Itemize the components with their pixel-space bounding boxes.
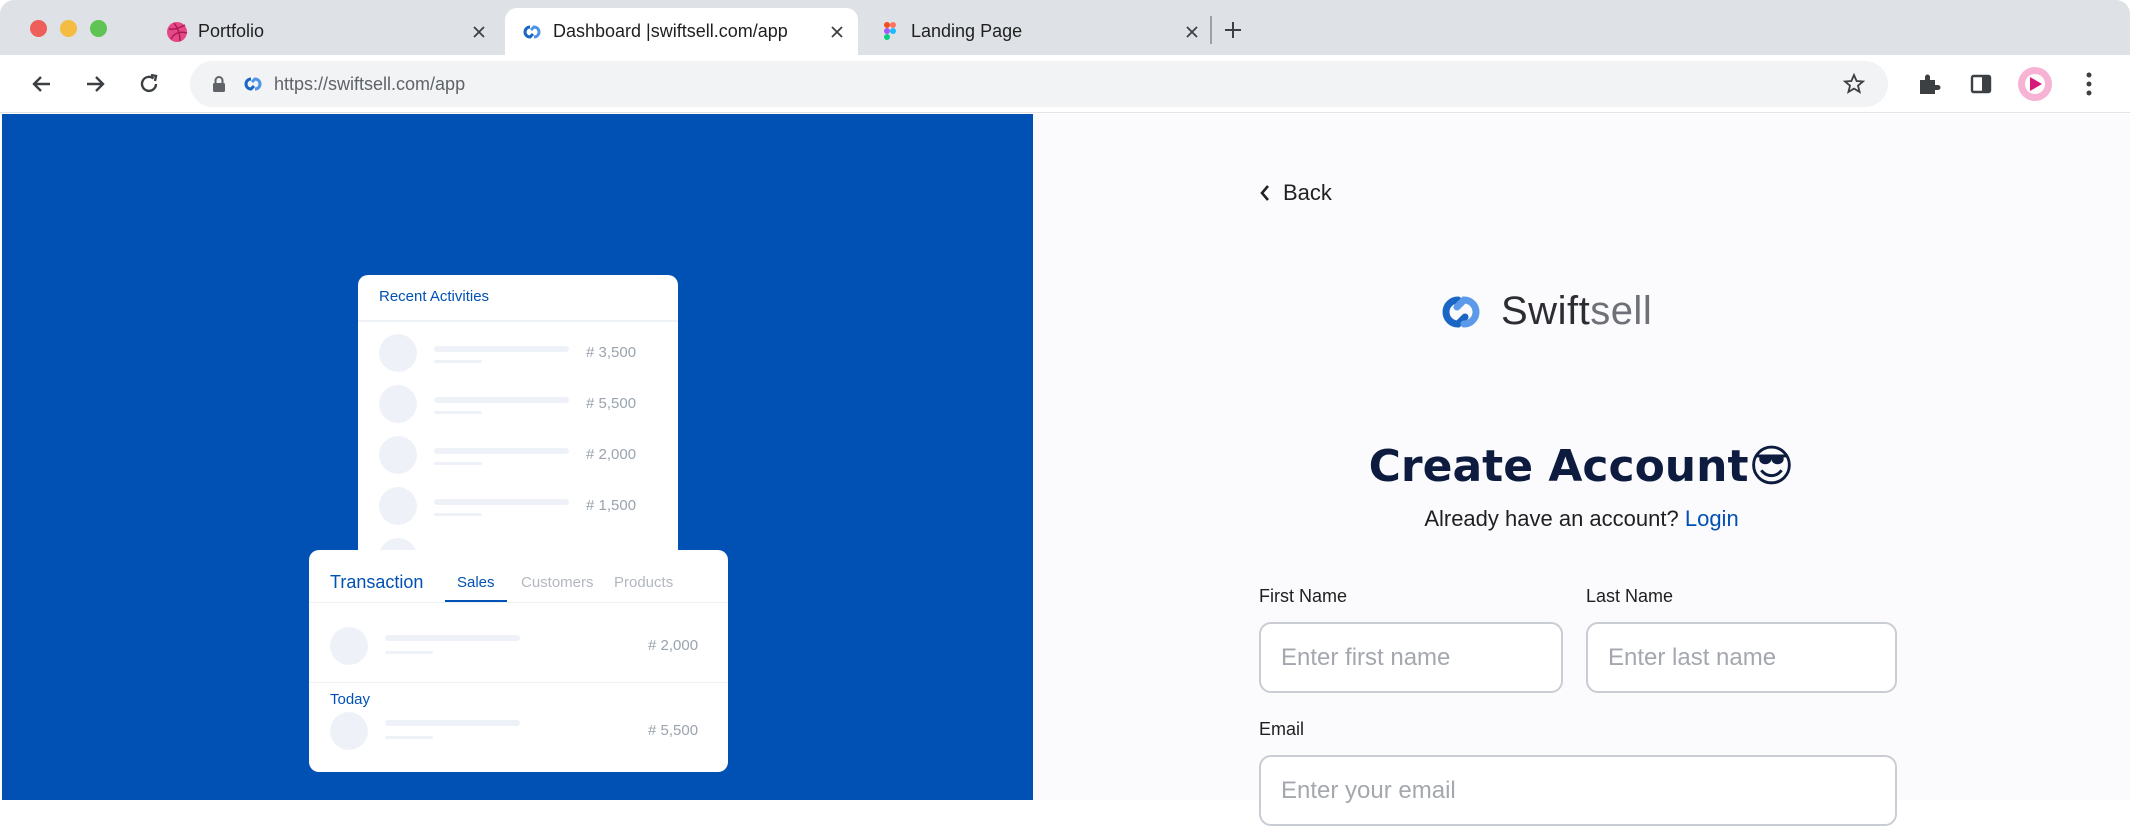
profile-avatar[interactable]	[2018, 67, 2052, 101]
figma-icon	[879, 21, 901, 43]
new-tab-button[interactable]	[1216, 13, 1250, 47]
window-maximize-button[interactable]	[90, 20, 107, 37]
swiftsell-logo-icon	[1433, 291, 1489, 333]
illustration-panel: Recent Activities # 3,500 # 5,500 # 2,00…	[2, 114, 1033, 800]
tab-separator	[1210, 16, 1212, 44]
side-panel-icon[interactable]	[1964, 67, 1998, 101]
text-placeholder	[434, 462, 482, 465]
text-placeholder	[385, 736, 433, 739]
close-icon[interactable]	[1181, 21, 1203, 43]
avatar-placeholder	[330, 712, 368, 750]
chevron-left-icon	[1259, 184, 1271, 202]
recent-activities-title: Recent Activities	[379, 288, 490, 305]
email-label: Email	[1259, 719, 1305, 739]
text-placeholder	[385, 635, 520, 641]
text-placeholder	[434, 499, 569, 505]
list-item: # 1,500	[358, 486, 678, 526]
address-bar[interactable]: https://swiftsell.com/app	[190, 61, 1888, 107]
transaction-amount: # 5,500	[648, 722, 699, 739]
page-title: Create Account😎	[1368, 441, 1795, 492]
back-link[interactable]: Back	[1259, 180, 1332, 206]
tab-label: Portfolio	[198, 21, 265, 41]
activity-amount: # 5,500	[586, 395, 637, 412]
reload-icon	[140, 73, 158, 93]
back-button[interactable]	[25, 67, 59, 101]
list-item: # 5,500	[358, 384, 678, 424]
tab-label: Dashboard |swiftsell.com/app	[553, 21, 788, 41]
card-divider	[358, 320, 678, 322]
last-name-placeholder: Enter last name	[1608, 643, 1777, 671]
recent-activities-card: Recent Activities # 3,500 # 5,500 # 2,00…	[358, 275, 678, 565]
lock-icon[interactable]	[212, 75, 226, 98]
signup-panel: Back Swiftsell Create Account😎 Already h…	[1033, 114, 2130, 826]
text-placeholder	[434, 360, 482, 363]
close-icon[interactable]	[468, 21, 490, 43]
text-placeholder	[385, 651, 433, 654]
text-placeholder	[385, 720, 520, 726]
group-label-today: Today	[330, 691, 371, 708]
swiftsell-icon	[521, 21, 543, 43]
last-name-label: Last Name	[1586, 586, 1674, 606]
avatar-placeholder	[379, 334, 417, 372]
browser-toolbar: https://swiftsell.com/app	[0, 55, 2130, 113]
first-name-input[interactable]: Enter first name	[1259, 622, 1563, 693]
logo-text: Swiftsell	[1501, 289, 1653, 333]
back-label: Back	[1283, 180, 1332, 205]
plus-icon	[1225, 22, 1241, 38]
brand-logo: Swiftsell	[1433, 289, 1652, 334]
avatar-placeholder	[379, 436, 417, 474]
text-placeholder	[434, 513, 482, 516]
tab-products: Products	[614, 574, 674, 591]
card-divider	[309, 682, 728, 683]
last-name-input[interactable]: Enter last name	[1586, 622, 1897, 693]
transaction-row: # 5,500	[309, 712, 728, 752]
login-prompt-text: Already have an account?	[1424, 506, 1679, 531]
reload-button[interactable]	[132, 67, 166, 101]
tab-sales: Sales	[457, 574, 495, 591]
browser-tab-strip: Portfolio Dashboard |swiftsell.com/app L…	[0, 0, 2130, 55]
login-prompt: Already have an account? Login	[1033, 506, 2130, 532]
transaction-amount: # 2,000	[648, 637, 699, 654]
swiftsell-icon	[242, 73, 264, 100]
activity-amount: # 1,500	[586, 497, 637, 514]
transaction-row: # 2,000	[309, 627, 728, 667]
star-icon[interactable]	[1842, 72, 1866, 101]
login-link[interactable]: Login	[1685, 506, 1739, 531]
forward-button[interactable]	[78, 67, 112, 101]
text-placeholder	[434, 448, 569, 454]
list-item: # 2,000	[358, 435, 678, 475]
transaction-title: Transaction	[330, 572, 424, 592]
text-placeholder	[434, 411, 482, 414]
dribbble-icon	[166, 21, 188, 43]
tab-portfolio[interactable]: Portfolio	[150, 8, 500, 55]
avatar-placeholder	[379, 385, 417, 423]
window-close-button[interactable]	[30, 20, 47, 37]
activity-amount: # 2,000	[586, 446, 637, 463]
close-icon[interactable]	[826, 21, 848, 43]
avatar-placeholder	[330, 627, 368, 665]
transaction-card: Transaction Sales Customers Products # 2…	[309, 550, 728, 772]
url-text: https://swiftsell.com/app	[274, 74, 466, 94]
menu-kebab-icon[interactable]	[2072, 67, 2106, 101]
text-placeholder	[434, 397, 569, 403]
tab-dashboard[interactable]: Dashboard |swiftsell.com/app	[505, 8, 858, 55]
window-minimize-button[interactable]	[60, 20, 77, 37]
email-placeholder: Enter your email	[1281, 776, 1456, 804]
first-name-placeholder: Enter first name	[1281, 643, 1451, 671]
tab-customers: Customers	[521, 574, 594, 591]
activity-amount: # 3,500	[586, 344, 637, 361]
arrow-left-icon	[32, 76, 50, 92]
card-divider	[309, 602, 728, 603]
email-input[interactable]: Enter your email	[1259, 755, 1897, 826]
text-placeholder	[434, 346, 569, 352]
list-item: # 3,500	[358, 333, 678, 373]
avatar-placeholder	[379, 487, 417, 525]
extensions-icon[interactable]	[1912, 67, 1946, 101]
tab-label: Landing Page	[911, 21, 1023, 41]
tab-landing-page[interactable]: Landing Page	[863, 8, 1213, 55]
first-name-label: First Name	[1259, 586, 1348, 606]
arrow-right-icon	[87, 76, 105, 92]
